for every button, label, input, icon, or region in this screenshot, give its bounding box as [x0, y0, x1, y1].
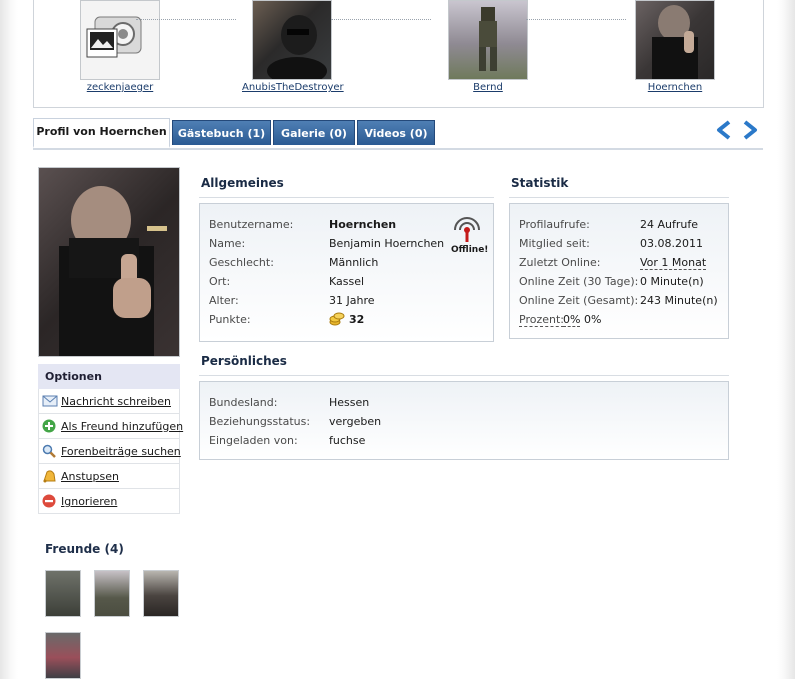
option-label[interactable]: Anstupsen [61, 470, 119, 483]
username-label: Benutzername: [209, 218, 294, 231]
stats-box: Profilaufrufe: 24 Aufrufe Mitglied seit:… [509, 203, 729, 339]
points-value: 32 [349, 313, 365, 326]
option-poke[interactable]: Anstupsen [38, 464, 180, 489]
divider [331, 19, 431, 20]
offline-antenna-icon [451, 214, 483, 245]
friend-thumbnail[interactable] [45, 632, 81, 679]
gender-label: Geschlecht: [209, 256, 274, 269]
points-label: Punkte: [209, 313, 251, 326]
member-since-label: Mitglied seit: [519, 237, 590, 250]
bell-icon [42, 469, 56, 483]
strip-friend-name[interactable]: Bernd [438, 82, 538, 93]
friend-thumbnail[interactable] [143, 570, 179, 617]
relationship-value: vergeben [329, 415, 382, 428]
tab-guestbook[interactable]: Gästebuch (1) [172, 120, 271, 145]
block-icon [42, 494, 56, 508]
invited-by-value: fuchse [329, 434, 366, 447]
member-since-value: 03.08.2011 [640, 237, 703, 250]
option-ignore[interactable]: Ignorieren [38, 489, 180, 514]
friends-title: Freunde (4) [45, 542, 124, 556]
online-total-value: 243 Minute(n) [640, 294, 718, 307]
personal-box: Bundesland: Hessen Beziehungsstatus: ver… [199, 381, 729, 460]
options-title: Optionen [38, 364, 180, 389]
personal-title: Persönliches [199, 354, 729, 376]
option-search-posts[interactable]: Forenbeiträge suchen [38, 439, 181, 464]
friend-photo[interactable] [635, 0, 715, 80]
arrow-right-icon[interactable] [741, 120, 759, 140]
online-30-value: 0 Minute(n) [640, 275, 704, 288]
search-icon [42, 444, 56, 458]
add-icon [42, 419, 56, 433]
friend-thumbnail[interactable] [45, 570, 81, 617]
views-value: 24 Aufrufe [640, 218, 698, 231]
general-title: Allgemeines [199, 176, 494, 198]
profile-tabs: Profil von Hoernchen Gästebuch (1) Galer… [33, 118, 763, 150]
option-label[interactable]: Ignorieren [61, 495, 117, 508]
arrow-left-icon[interactable] [715, 120, 733, 140]
percent-label[interactable]: Prozent: [519, 313, 564, 327]
online-30-label: Online Zeit (30 Tage): [519, 275, 639, 288]
name-value: Benjamin Hoernchen [329, 237, 445, 250]
coins-icon [329, 310, 345, 329]
percent-value-b: 0% [584, 313, 602, 326]
username-value: Hoernchen [329, 218, 397, 231]
online-total-label: Online Zeit (Gesamt): [519, 294, 639, 307]
views-label: Profilaufrufe: [519, 218, 590, 231]
name-label: Name: [209, 237, 246, 250]
profile-avatar [38, 167, 180, 357]
gender-value: Männlich [329, 256, 379, 269]
last-online-value[interactable]: Vor 1 Monat [640, 256, 707, 270]
strip-friend[interactable]: zeckenjaeger [70, 0, 170, 93]
strip-friend[interactable]: AnubisTheDestroyer [242, 0, 344, 93]
option-label[interactable]: Nachricht schreiben [61, 395, 171, 408]
strip-friend[interactable]: Bernd [438, 0, 538, 93]
option-add-friend[interactable]: Als Freund hinzufügen [38, 414, 183, 439]
state-label: Bundesland: [209, 396, 278, 409]
strip-friend-name[interactable]: Hoernchen [625, 82, 725, 93]
percent-value-a[interactable]: 0% [563, 313, 581, 327]
friend-strip: zeckenjaeger AnubisTheDestroyer Bernd Ho… [33, 0, 764, 108]
option-label[interactable]: Als Freund hinzufügen [61, 420, 183, 433]
tab-videos[interactable]: Videos (0) [357, 120, 435, 145]
invited-by-label: Eingeladen von: [209, 434, 298, 447]
relationship-label: Beziehungsstatus: [209, 415, 311, 428]
strip-friend-name[interactable]: zeckenjaeger [70, 82, 170, 93]
stats-title: Statistik [509, 176, 729, 198]
strip-friend[interactable]: Hoernchen [625, 0, 725, 93]
state-value: Hessen [329, 396, 370, 409]
age-value: 31 Jahre [329, 294, 375, 307]
divider [136, 19, 236, 20]
online-status: Offline! [451, 245, 489, 255]
friend-thumbnail[interactable] [94, 570, 130, 617]
option-send-message[interactable]: Nachricht schreiben [38, 389, 180, 414]
camera-icon[interactable] [80, 0, 160, 80]
age-label: Alter: [209, 294, 239, 307]
city-value: Kassel [329, 275, 365, 288]
option-label[interactable]: Forenbeiträge suchen [61, 445, 181, 458]
tab-gallery[interactable]: Galerie (0) [273, 120, 355, 145]
last-online-label: Zuletzt Online: [519, 256, 601, 269]
page: zeckenjaeger AnubisTheDestroyer Bernd Ho… [0, 0, 795, 679]
friend-photo[interactable] [448, 0, 528, 80]
city-label: Ort: [209, 275, 231, 288]
friend-photo[interactable] [252, 0, 332, 80]
divider [526, 19, 626, 20]
mail-icon [42, 394, 58, 408]
general-box: Benutzername: Hoernchen Name: Benjamin H… [199, 203, 494, 342]
tab-profile[interactable]: Profil von Hoernchen [33, 118, 170, 148]
strip-friend-name[interactable]: AnubisTheDestroyer [242, 82, 344, 93]
